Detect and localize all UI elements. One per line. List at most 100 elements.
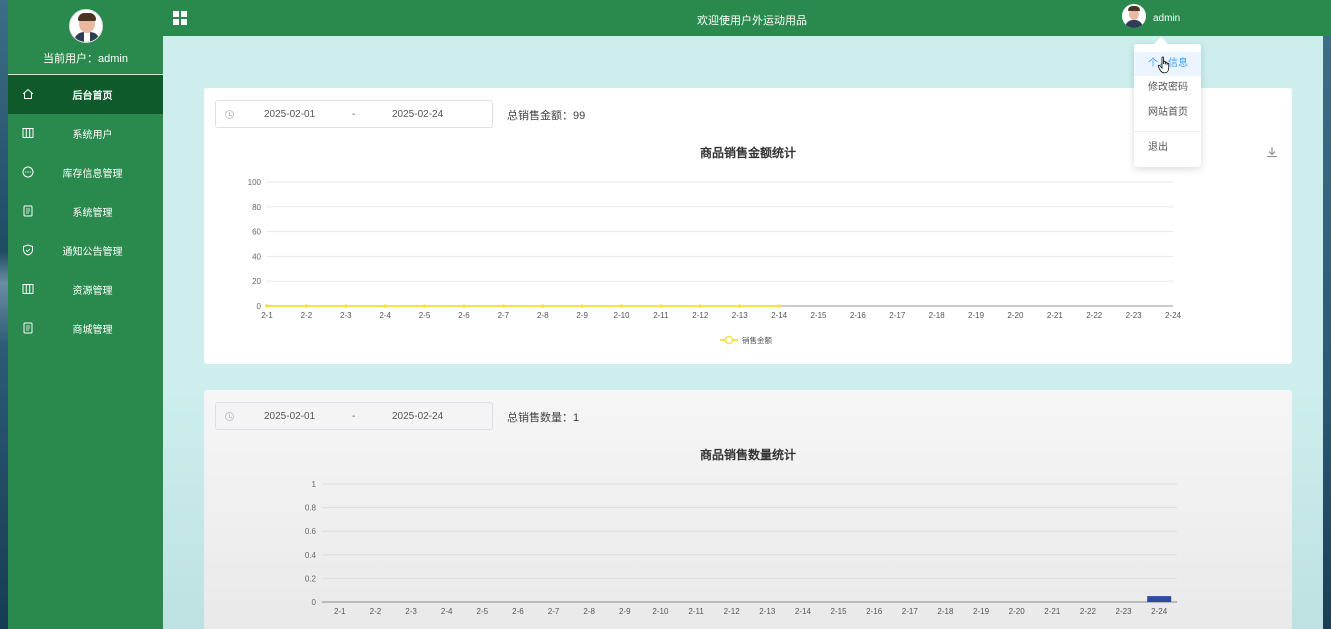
- user-avatar[interactable]: [1122, 4, 1146, 28]
- y-tick-label: 40: [252, 252, 261, 261]
- data-point: [540, 304, 545, 308]
- data-point: [737, 304, 742, 308]
- data-point: [659, 304, 663, 308]
- data-point: [777, 304, 781, 308]
- sidebar-item-system-users[interactable]: 系统用户: [8, 114, 163, 153]
- bar: [1147, 596, 1172, 602]
- data-point: [462, 304, 466, 308]
- x-tick-label: 2-19: [968, 311, 985, 320]
- menu-item-site-home[interactable]: 网站首页: [1134, 101, 1201, 125]
- x-tick-label: 2-8: [583, 607, 595, 616]
- legend-label: 销售金额: [742, 335, 772, 345]
- x-tick-label: 2-8: [537, 311, 549, 320]
- user-name[interactable]: admin: [1153, 13, 1180, 24]
- sidebar-item-system-management[interactable]: 系统管理: [8, 192, 163, 231]
- y-tick-label: 0.2: [305, 574, 317, 583]
- avatar[interactable]: [68, 9, 103, 43]
- x-tick-label: 2-1: [334, 607, 346, 616]
- x-tick-label: 2-23: [1126, 311, 1143, 320]
- document-icon: [23, 322, 33, 334]
- x-tick-label: 2-21: [1044, 607, 1061, 616]
- x-tick-label: 2-10: [614, 311, 631, 320]
- sidebar-item-home[interactable]: 后台首页: [8, 75, 163, 114]
- sidebar-header: 当前用户：admin: [8, 9, 163, 75]
- x-tick-label: 2-2: [301, 311, 313, 320]
- x-tick-label: 2-7: [498, 311, 510, 320]
- y-tick-label: 0.6: [305, 527, 317, 536]
- data-point: [619, 304, 624, 308]
- data-point: [343, 304, 348, 308]
- x-tick-label: 2-23: [1116, 607, 1133, 616]
- columns-icon: [22, 284, 34, 294]
- data-point: [383, 304, 387, 308]
- x-tick-label: 2-14: [771, 311, 788, 320]
- background-edge-right: [1323, 36, 1331, 629]
- y-tick-label: 60: [252, 228, 261, 237]
- data-point: [304, 304, 309, 308]
- x-tick-label: 2-20: [1007, 311, 1024, 320]
- x-tick-label: 2-15: [810, 311, 827, 320]
- data-point: [501, 304, 506, 308]
- background-edge-left: [0, 0, 8, 629]
- sales-quantity-card: 2025-02-01 - 2025-02-24 总销售数量：1 商品销售数量统计…: [204, 390, 1292, 629]
- current-user-label: 当前用户：admin: [43, 53, 128, 65]
- sidebar-item-mall[interactable]: 商城管理: [8, 309, 163, 348]
- x-tick-label: 2-3: [340, 311, 352, 320]
- data-point: [422, 304, 427, 308]
- x-tick-label: 2-6: [458, 311, 470, 320]
- x-tick-label: 2-9: [576, 311, 588, 320]
- x-tick-label: 2-9: [619, 607, 631, 616]
- x-tick-label: 2-6: [512, 607, 524, 616]
- x-tick-label: 2-22: [1080, 607, 1097, 616]
- sidebar: 当前用户：admin 后台首页 系统用户 库存信息管理 系统管理 通知公告管理 …: [8, 0, 163, 629]
- x-tick-label: 2-11: [688, 607, 704, 616]
- sidebar-item-notice[interactable]: 通知公告管理: [8, 231, 163, 270]
- top-bar: 欢迎使用户外运动用品 admin: [163, 0, 1331, 36]
- sales-amount-card: 2025-02-01 - 2025-02-24 总销售金额：99 商品销售金额统…: [204, 88, 1292, 364]
- x-tick-label: 2-10: [652, 607, 669, 616]
- divider: [1134, 131, 1201, 132]
- y-tick-label: 80: [252, 203, 261, 212]
- x-tick-label: 2-16: [866, 607, 883, 616]
- home-icon: [22, 88, 34, 99]
- y-tick-label: 20: [252, 277, 261, 286]
- y-tick-label: 0.4: [305, 551, 317, 560]
- x-tick-label: 2-4: [379, 311, 391, 320]
- shield-icon: [23, 244, 33, 256]
- x-tick-label: 2-17: [902, 607, 919, 616]
- x-tick-label: 2-19: [973, 607, 990, 616]
- hand-cursor-icon: [1157, 56, 1170, 74]
- y-tick-label: 0: [257, 302, 262, 311]
- menu-item-logout[interactable]: 退出: [1134, 136, 1201, 160]
- x-tick-label: 2-3: [405, 607, 417, 616]
- x-tick-label: 2-24: [1151, 607, 1168, 616]
- y-tick-label: 0: [312, 598, 317, 607]
- chat-icon: [22, 166, 34, 178]
- y-tick-label: 1: [312, 480, 317, 489]
- document-icon: [23, 205, 33, 217]
- y-tick-label: 100: [248, 178, 262, 187]
- x-tick-label: 2-24: [1165, 311, 1182, 320]
- x-tick-label: 2-20: [1009, 607, 1026, 616]
- x-tick-label: 2-5: [419, 311, 431, 320]
- x-tick-label: 2-18: [929, 311, 946, 320]
- x-tick-label: 2-13: [732, 311, 749, 320]
- x-tick-label: 2-12: [692, 311, 709, 320]
- x-tick-label: 2-13: [759, 607, 776, 616]
- x-tick-label: 2-15: [831, 607, 848, 616]
- sales-amount-line-chart: 0 20 40 60 80 100 2-1 2-2 2-3 2-4 2-5 2-6 2-7 2-8 2-9 2…: [248, 178, 1182, 345]
- x-tick-label: 2-4: [441, 607, 453, 616]
- x-tick-label: 2-2: [370, 607, 382, 616]
- data-point: [265, 304, 269, 308]
- data-point: [698, 304, 703, 308]
- x-tick-label: 2-18: [937, 607, 954, 616]
- x-tick-label: 2-11: [653, 311, 669, 320]
- data-point: [580, 304, 584, 308]
- x-tick-label: 2-17: [889, 311, 906, 320]
- sidebar-item-inventory[interactable]: 库存信息管理: [8, 153, 163, 192]
- sidebar-item-resources[interactable]: 资源管理: [8, 270, 163, 309]
- x-tick-label: 2-14: [795, 607, 812, 616]
- x-tick-label: 2-12: [724, 607, 741, 616]
- columns-icon: [22, 128, 34, 138]
- menu-item-change-password[interactable]: 修改密码: [1134, 76, 1201, 100]
